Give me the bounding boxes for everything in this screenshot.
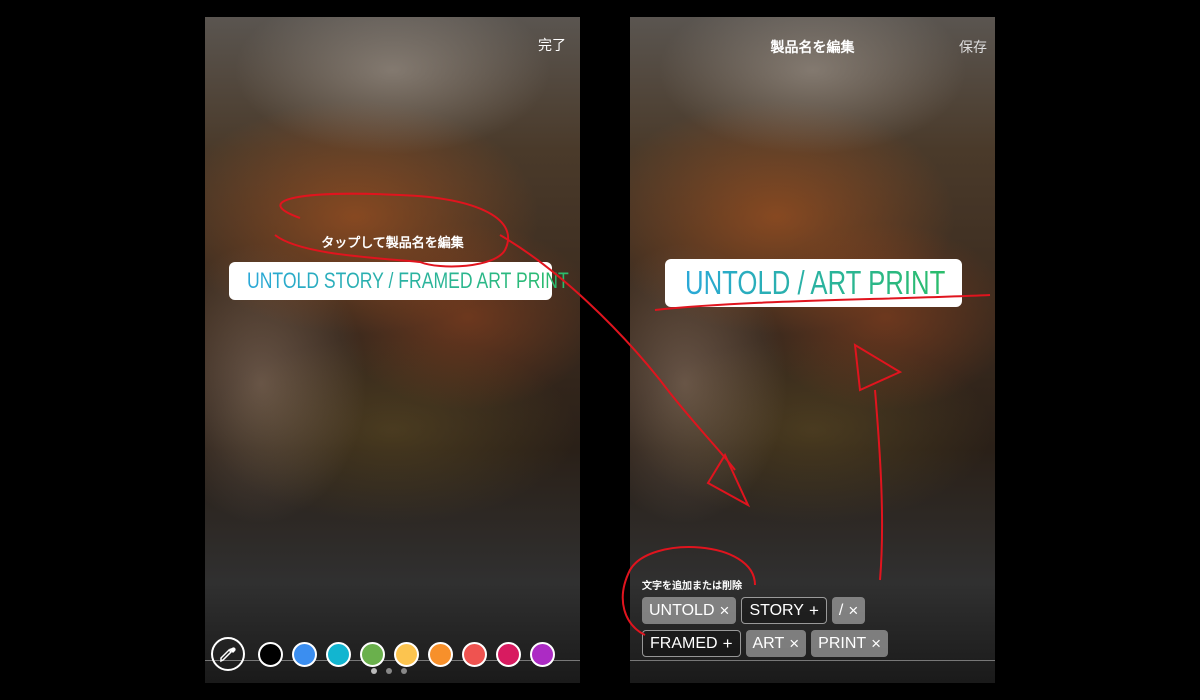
word-tag[interactable]: PRINT ×: [811, 630, 889, 657]
color-swatch[interactable]: [292, 641, 317, 667]
sticker-text: UNTOLD / ART PRINT: [685, 264, 946, 301]
remove-icon[interactable]: ×: [871, 634, 881, 654]
color-swatch[interactable]: [462, 641, 487, 667]
eyedropper-button[interactable]: [211, 637, 245, 671]
page-indicator: [371, 668, 407, 674]
red-annotations: [274, 192, 991, 636]
done-button[interactable]: 完了: [538, 35, 566, 55]
remove-icon[interactable]: ×: [789, 634, 799, 654]
save-button[interactable]: 保存: [959, 37, 987, 57]
tag-label: /: [838, 601, 844, 619]
remove-icon[interactable]: ×: [720, 601, 730, 621]
word-tag[interactable]: UNTOLD ×: [642, 597, 737, 624]
color-palette: [211, 637, 555, 671]
tag-label: STORY: [749, 601, 804, 619]
right-phone-screen: 製品名を編集 保存 UNTOLD / ART PRINT 文字を追加または削除 …: [630, 17, 995, 683]
left-phone-screen: 完了 タップして製品名を編集 UNTOLD STORY / FRAMED ART…: [205, 17, 580, 683]
product-sticker[interactable]: UNTOLD STORY / FRAMED ART PRINT: [229, 262, 569, 300]
add-icon[interactable]: +: [809, 601, 819, 621]
color-swatch[interactable]: [530, 641, 555, 667]
color-swatch[interactable]: [326, 641, 351, 667]
color-swatch[interactable]: [360, 641, 385, 667]
color-swatch[interactable]: [428, 641, 453, 667]
remove-icon[interactable]: ×: [848, 601, 858, 621]
tag-label: FRAMED: [650, 634, 718, 652]
tag-label: PRINT: [818, 634, 867, 652]
eyedropper-icon: [220, 647, 236, 663]
screen-title: 製品名を編集: [770, 40, 855, 56]
color-swatch[interactable]: [394, 641, 419, 667]
tags-title: 文字を追加または削除: [642, 581, 742, 592]
word-tag[interactable]: FRAMED +: [642, 630, 741, 657]
add-icon[interactable]: +: [723, 634, 733, 654]
product-sticker[interactable]: UNTOLD / ART PRINT: [665, 259, 962, 307]
color-swatch[interactable]: [496, 641, 521, 667]
word-tags: UNTOLD × STORY + / × FRAMED + ART × PRINT ×: [642, 597, 962, 657]
edit-hint: タップして製品名を編集: [321, 236, 464, 251]
sticker-text: UNTOLD STORY / FRAMED ART PRINT: [247, 268, 569, 293]
word-tag[interactable]: / ×: [831, 597, 866, 624]
divider: [630, 660, 995, 661]
word-tag[interactable]: STORY +: [741, 597, 827, 624]
tag-label: UNTOLD: [649, 601, 715, 619]
tag-label: ART: [752, 634, 785, 652]
color-swatch[interactable]: [258, 641, 283, 667]
word-tag[interactable]: ART ×: [745, 630, 807, 657]
